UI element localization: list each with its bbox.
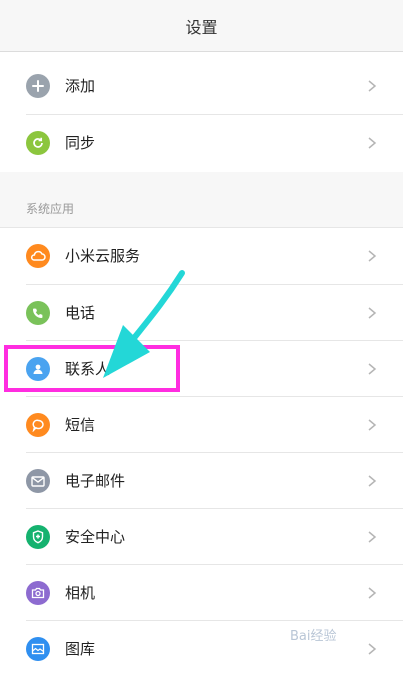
page-title: 设置 [185, 17, 218, 37]
section-title: 系统应用 [26, 202, 75, 216]
add-icon [26, 74, 50, 98]
chevron-right-icon [368, 307, 377, 319]
settings-item-phone[interactable]: 电话 [0, 285, 403, 341]
mail-icon [26, 469, 50, 493]
message-icon [26, 413, 50, 437]
settings-item-camera[interactable]: 相机 [0, 565, 403, 621]
chevron-right-icon [368, 475, 377, 487]
chevron-right-icon [368, 643, 377, 655]
chevron-right-icon [368, 531, 377, 543]
settings-item-messages[interactable]: 短信 [0, 397, 403, 453]
settings-item-label: 图库 [65, 640, 96, 658]
chevron-right-icon [368, 80, 377, 92]
chevron-right-icon [368, 137, 377, 149]
settings-item-sync[interactable]: 同步 [0, 115, 403, 171]
settings-item-label: 电话 [65, 304, 96, 322]
watermark: Bai经验 [290, 629, 337, 644]
phone-icon [26, 301, 50, 325]
settings-item-label: 同步 [65, 134, 96, 152]
settings-item-label: 小米云服务 [65, 247, 141, 265]
chevron-right-icon [368, 250, 377, 262]
camera-icon [26, 581, 50, 605]
settings-item-add[interactable]: 添加 [0, 58, 403, 114]
settings-item-label: 短信 [65, 416, 96, 434]
settings-item-label: 电子邮件 [65, 472, 126, 490]
cloud-icon [26, 244, 50, 268]
highlight-box [4, 345, 180, 392]
chevron-right-icon [368, 363, 377, 375]
header-bar: 设置 [0, 0, 403, 52]
chevron-right-icon [368, 587, 377, 599]
settings-item-label: 添加 [65, 77, 96, 95]
settings-item-mi-cloud[interactable]: 小米云服务 [0, 228, 403, 284]
settings-item-label: 安全中心 [65, 528, 126, 546]
chevron-right-icon [368, 419, 377, 431]
settings-item-security[interactable]: 安全中心 [0, 509, 403, 565]
gallery-icon [26, 637, 50, 661]
shield-icon [26, 525, 50, 549]
settings-item-email[interactable]: 电子邮件 [0, 453, 403, 509]
settings-item-gallery[interactable]: 图库 [0, 621, 403, 677]
settings-item-label: 相机 [65, 584, 96, 602]
sync-icon [26, 131, 50, 155]
